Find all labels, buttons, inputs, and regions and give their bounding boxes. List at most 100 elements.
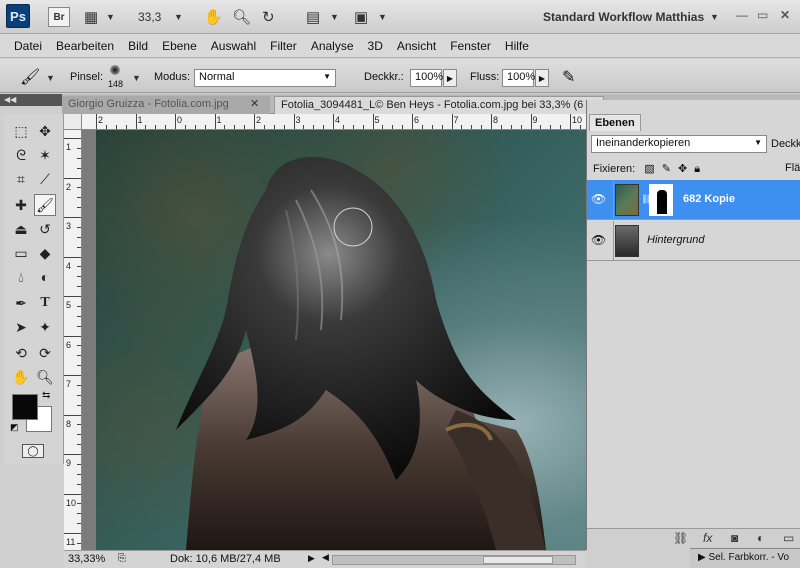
custom-shape-icon[interactable]: ✦ [34, 316, 56, 338]
eraser-icon[interactable]: ▭ [10, 242, 32, 264]
scrollbar-thumb[interactable] [483, 556, 553, 564]
minimize-icon[interactable]: — [736, 8, 748, 22]
menu-filter[interactable]: Filter [270, 39, 297, 53]
menu-ansicht[interactable]: Ansicht [397, 39, 436, 53]
lock-all-icon[interactable]: 🔒︎ [694, 163, 700, 175]
menu-analyse[interactable]: Analyse [311, 39, 354, 53]
status-zoom-field[interactable]: 33,33% [68, 553, 105, 565]
tool-preset-dropdown-icon[interactable]: ▼ [46, 73, 55, 83]
eye-icon[interactable]: 👁︎ [591, 192, 609, 208]
flow-field[interactable]: 100% [502, 69, 535, 87]
menu-auswahl[interactable]: Auswahl [211, 39, 256, 53]
extras-icon[interactable]: ▤ [306, 5, 320, 29]
lock-pixels-icon[interactable]: ✎ [662, 163, 671, 175]
photo-canvas-image[interactable] [96, 130, 586, 550]
rotate-view-icon[interactable]: ↻ [262, 5, 275, 29]
clone-stamp-icon[interactable]: ⏏ [10, 218, 32, 240]
airbrush-icon[interactable]: ✎ [562, 67, 575, 87]
horizontal-ruler[interactable]: 21012345678910111213 [82, 114, 586, 130]
magic-wand-icon[interactable]: ✶ [34, 144, 56, 166]
brush-tool-icon[interactable]: 🖌︎ [20, 67, 40, 87]
3d-rotate-icon[interactable]: ⟲ [10, 342, 32, 364]
layer-mask-thumbnail[interactable] [649, 184, 673, 216]
layer-name[interactable]: Hintergrund [647, 234, 704, 246]
arrange-dropdown-icon[interactable]: ▼ [378, 5, 387, 29]
brush-tool-icon[interactable]: 🖌︎ [34, 194, 56, 216]
zoom-dropdown-icon[interactable]: ▼ [174, 5, 183, 29]
hand-tool-icon[interactable]: ✋ [204, 5, 223, 29]
marquee-tool-icon[interactable]: ⬚ [10, 120, 32, 142]
layer-row[interactable]: 👁︎ Hintergrund [587, 221, 800, 261]
menu-hilfe[interactable]: Hilfe [505, 39, 529, 53]
close-tab-icon[interactable]: ✕ [250, 96, 259, 112]
scroll-left-icon[interactable]: ◀ [322, 552, 329, 563]
toolbox-collapse-handle[interactable]: ◀◀ [0, 94, 62, 106]
layer-thumbnail[interactable] [615, 184, 639, 216]
crop-tool-icon[interactable]: ⌗ [10, 168, 32, 190]
layer-thumbnail[interactable] [615, 225, 639, 257]
link-layers-icon[interactable]: ⛓ [673, 531, 688, 545]
move-tool-icon[interactable]: ✥ [34, 120, 56, 142]
default-colors-icon[interactable]: ◩ [10, 422, 19, 433]
layer-name[interactable]: 682 Kopie [683, 193, 735, 205]
opacity-field[interactable]: 100% [410, 69, 443, 87]
adjustment-layer-icon[interactable]: ◐ [757, 531, 764, 545]
workspace-switcher[interactable]: Standard Workflow Matthias [543, 10, 704, 24]
zoom-tool-icon[interactable]: 🔍︎ [232, 5, 251, 29]
healing-brush-icon[interactable]: ✚ [10, 194, 32, 216]
status-share-icon[interactable]: ⎘ [118, 553, 126, 564]
foreground-color-swatch[interactable] [12, 394, 38, 420]
3d-orbit-icon[interactable]: ⟳ [34, 342, 56, 364]
document-tab-2[interactable]: Fotolia_3094481_L© Ben Heys - Fotolia.co… [274, 96, 604, 114]
eye-icon[interactable]: 👁︎ [591, 233, 609, 249]
chevron-down-icon[interactable]: ▼ [106, 5, 115, 29]
menu-bearbeiten[interactable]: Bearbeiten [56, 39, 114, 53]
lock-position-icon[interactable]: ✥ [678, 163, 687, 175]
quick-mask-button[interactable]: ◯ [22, 444, 44, 458]
status-menu-arrow-icon[interactable]: ▶ [308, 553, 315, 564]
paint-bucket-icon[interactable]: ◆ [34, 242, 56, 264]
layer-row[interactable]: 👁︎ ⛓ 682 Kopie [587, 180, 800, 220]
bridge-button[interactable]: Br [48, 7, 70, 27]
close-icon[interactable]: ✕ [780, 8, 790, 22]
menu-3d[interactable]: 3D [368, 39, 383, 53]
menu-fenster[interactable]: Fenster [450, 39, 491, 53]
dodge-tool-icon[interactable]: ◐ [34, 266, 56, 288]
pen-tool-icon[interactable]: ✒ [10, 292, 32, 314]
swap-colors-icon[interactable]: ⇆ [42, 390, 50, 401]
type-tool-icon[interactable]: T [34, 292, 56, 314]
blend-mode-select[interactable]: Ineinanderkopieren ▼ [591, 135, 767, 153]
horizontal-scrollbar[interactable] [332, 555, 576, 565]
brush-preview-icon[interactable] [110, 65, 120, 75]
layer-style-icon[interactable]: fx [703, 531, 712, 545]
blur-tool-icon[interactable]: 💧︎ [10, 266, 32, 288]
document-canvas[interactable] [82, 130, 586, 550]
brush-picker-dropdown-icon[interactable]: ▼ [132, 73, 141, 83]
zoom-level[interactable]: 33,3 [138, 10, 161, 24]
history-brush-icon[interactable]: ↺ [34, 218, 56, 240]
menu-bild[interactable]: Bild [128, 39, 148, 53]
menu-ebene[interactable]: Ebene [162, 39, 197, 53]
ruler-origin[interactable] [64, 114, 82, 130]
add-mask-icon[interactable]: ◙ [731, 531, 738, 545]
vertical-ruler[interactable]: 1 2 3 4 5 6 7 8 9 10 11 [64, 130, 82, 550]
path-selection-icon[interactable]: ➤ [10, 316, 32, 338]
flow-slider-button[interactable]: ▶ [535, 69, 549, 87]
opacity-slider-button[interactable]: ▶ [443, 69, 457, 87]
document-tab-1[interactable]: Giorgio Gruizza - Fotolia.com.jpg ✕ [62, 96, 270, 114]
new-group-icon[interactable]: ▭ [783, 531, 794, 545]
lock-transparency-icon[interactable]: ▧ [644, 163, 654, 175]
menu-datei[interactable]: Datei [14, 39, 42, 53]
restore-icon[interactable]: ▭ [757, 8, 768, 22]
zoom-tool-icon[interactable]: 🔍︎ [34, 366, 56, 388]
workspace-dropdown-icon[interactable]: ▼ [710, 5, 719, 29]
adjustments-panel-header[interactable]: ▶ Sel. Farbkorr. - Vo [690, 548, 800, 568]
hand-tool-icon[interactable]: ✋ [10, 366, 32, 388]
eyedropper-icon[interactable]: ⟋ [34, 168, 56, 190]
film-icon[interactable]: ▦ [84, 5, 98, 29]
extras-dropdown-icon[interactable]: ▼ [330, 5, 339, 29]
mode-select[interactable]: Normal ▼ [194, 69, 336, 87]
layers-tab[interactable]: Ebenen [589, 114, 641, 131]
lasso-tool-icon[interactable]: ᘓ [10, 144, 32, 166]
arrange-documents-icon[interactable]: ▣ [354, 5, 368, 29]
